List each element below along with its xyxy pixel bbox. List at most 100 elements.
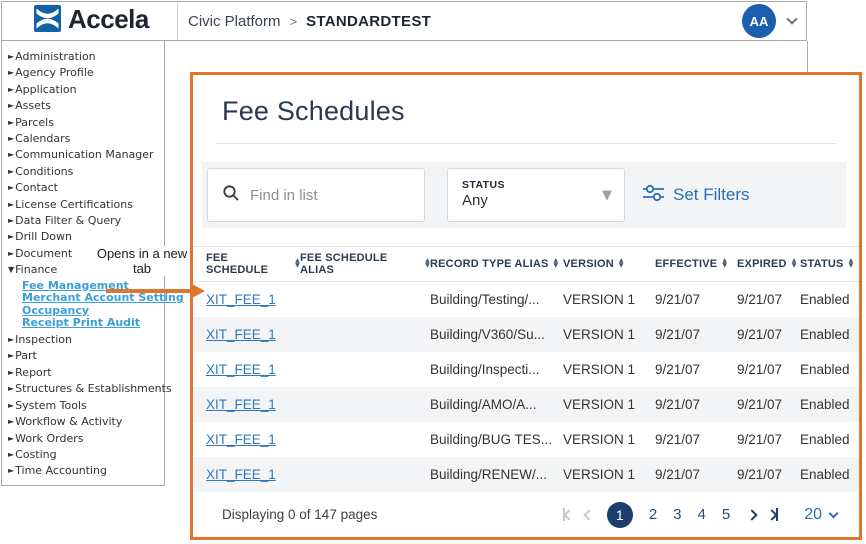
sidebar-item-conditions[interactable]: ►Conditions: [8, 164, 164, 180]
breadcrumb-root[interactable]: Civic Platform: [188, 13, 281, 30]
sidebar-item-work-orders[interactable]: ►Work Orders: [8, 431, 164, 447]
sidebar-link-receipt-print-audit[interactable]: Receipt Print Audit: [22, 317, 164, 330]
sidebar-item-contact[interactable]: ►Contact: [8, 180, 164, 196]
last-page-button[interactable]: [768, 508, 778, 521]
column-header-record-type-alias[interactable]: RECORD TYPE ALIAS▲▼: [430, 258, 563, 270]
sidebar-item-system-tools[interactable]: ►System Tools: [8, 398, 164, 414]
page-button[interactable]: 5: [722, 506, 730, 523]
chevron-collapsed-icon[interactable]: ►: [8, 134, 14, 143]
table-row: XIT_FEE_1Building/BUG TES...VERSION 19/2…: [193, 422, 859, 457]
column-header-effective[interactable]: EFFECTIVE▲▼: [655, 258, 737, 270]
user-menu[interactable]: AA: [742, 4, 806, 38]
page-size-dropdown[interactable]: 20: [804, 506, 837, 524]
sort-icon[interactable]: ▲▼: [554, 259, 559, 268]
chevron-collapsed-icon[interactable]: ►: [8, 183, 14, 192]
chevron-collapsed-icon[interactable]: ►: [8, 68, 14, 77]
sidebar-item-label: System Tools: [15, 399, 87, 412]
sidebar-item-workflow-activity[interactable]: ►Workflow & Activity: [8, 414, 164, 430]
fee-schedule-link[interactable]: XIT_FEE_1: [206, 467, 276, 482]
sidebar-item-label: Parcels: [15, 116, 54, 129]
status-filter-dropdown[interactable]: STATUS Any ▼: [447, 168, 625, 222]
search-icon: [222, 184, 240, 207]
avatar[interactable]: AA: [742, 4, 776, 38]
column-header-version[interactable]: VERSION▲▼: [563, 258, 655, 270]
chevron-collapsed-icon[interactable]: ►: [8, 401, 14, 410]
chevron-collapsed-icon[interactable]: ►: [8, 368, 14, 377]
cell-expired: 9/21/07: [737, 327, 800, 342]
cell-version: VERSION 1: [563, 432, 655, 447]
sidebar-item-communication-manager[interactable]: ►Communication Manager: [8, 147, 164, 163]
cell-status: Enabled: [800, 432, 859, 447]
sidebar-item-time-accounting[interactable]: ►Time Accounting: [8, 463, 164, 479]
chevron-collapsed-icon[interactable]: ►: [8, 417, 14, 426]
sidebar-item-assets[interactable]: ►Assets: [8, 98, 164, 114]
chevron-collapsed-icon[interactable]: ►: [8, 335, 14, 344]
chevron-collapsed-icon[interactable]: ►: [8, 249, 14, 258]
page-button[interactable]: 2: [649, 506, 657, 523]
chevron-collapsed-icon[interactable]: ►: [8, 200, 14, 209]
column-header-fee-schedule[interactable]: FEE SCHEDULE▲▼: [206, 252, 300, 276]
sort-icon[interactable]: ▲▼: [619, 259, 624, 268]
sidebar-item-parcels[interactable]: ►Parcels: [8, 115, 164, 131]
annotation-opens-in-new-tab: Opens in a new tab: [96, 246, 188, 276]
column-header-fee-schedule-alias[interactable]: FEE SCHEDULE ALIAS▲▼: [300, 252, 430, 276]
fee-schedule-link[interactable]: XIT_FEE_1: [206, 327, 276, 342]
sidebar-item-calendars[interactable]: ►Calendars: [8, 131, 164, 147]
chevron-expanded-icon[interactable]: ▼: [8, 265, 14, 274]
chevron-left-icon: [563, 509, 574, 520]
prev-page-button[interactable]: [585, 511, 593, 519]
cell-record-type-alias: Building/AMO/A...: [430, 397, 563, 412]
sidebar-item-label: Inspection: [15, 333, 72, 346]
chevron-collapsed-icon[interactable]: ►: [8, 384, 14, 393]
chevron-collapsed-icon[interactable]: ►: [8, 167, 14, 176]
sort-icon[interactable]: ▲▼: [722, 259, 727, 268]
sidebar-item-administration[interactable]: ►Administration: [8, 49, 164, 65]
sort-icon[interactable]: ▲▼: [792, 259, 797, 268]
page-button[interactable]: 3: [673, 506, 681, 523]
set-filters-button[interactable]: Set Filters: [642, 171, 750, 219]
page-title: Fee Schedules: [222, 96, 405, 127]
sidebar-item-label: Administration: [15, 50, 96, 63]
sidebar-item-inspection[interactable]: ►Inspection: [8, 332, 164, 348]
sidebar-item-data-filter-query[interactable]: ►Data Filter & Query: [8, 213, 164, 229]
sidebar-item-application[interactable]: ►Application: [8, 82, 164, 98]
sidebar-item-structures-establishments[interactable]: ►Structures & Establishments: [8, 381, 164, 397]
next-page-button[interactable]: [748, 511, 756, 519]
chevron-collapsed-icon[interactable]: ►: [8, 101, 14, 110]
sidebar-item-label: Finance: [15, 263, 57, 276]
chevron-collapsed-icon[interactable]: ►: [8, 434, 14, 443]
sidebar-item-label: Part: [15, 349, 37, 362]
fee-schedule-link[interactable]: XIT_FEE_1: [206, 432, 276, 447]
chevron-collapsed-icon[interactable]: ►: [8, 466, 14, 475]
cell-version: VERSION 1: [563, 327, 655, 342]
chevron-collapsed-icon[interactable]: ►: [8, 450, 14, 459]
chevron-collapsed-icon[interactable]: ►: [8, 232, 14, 241]
chevron-collapsed-icon[interactable]: ►: [8, 118, 14, 127]
sidebar-item-costing[interactable]: ►Costing: [8, 447, 164, 463]
sidebar-item-drill-down[interactable]: ►Drill Down: [8, 229, 164, 245]
chevron-down-icon[interactable]: [786, 13, 797, 24]
search-box[interactable]: [207, 168, 425, 222]
column-header-status[interactable]: STATUS▲▼: [800, 258, 859, 270]
chevron-collapsed-icon[interactable]: ►: [8, 85, 14, 94]
sidebar-link-merchant-account-setting[interactable]: Merchant Account Setting: [22, 292, 164, 305]
chevron-collapsed-icon[interactable]: ►: [8, 351, 14, 360]
sort-icon[interactable]: ▲▼: [849, 259, 854, 268]
sidebar-item-license-certifications[interactable]: ►License Certifications: [8, 197, 164, 213]
page-numbers: 12345: [593, 502, 730, 528]
first-page-button[interactable]: [563, 508, 573, 521]
fee-schedule-link[interactable]: XIT_FEE_1: [206, 397, 276, 412]
cell-expired: 9/21/07: [737, 292, 800, 307]
search-input[interactable]: [250, 187, 410, 204]
page-button[interactable]: 4: [698, 506, 706, 523]
fee-schedule-link[interactable]: XIT_FEE_1: [206, 362, 276, 377]
chevron-collapsed-icon[interactable]: ►: [8, 216, 14, 225]
chevron-collapsed-icon[interactable]: ►: [8, 52, 14, 61]
column-header-expired[interactable]: EXPIRED▲▼: [737, 258, 800, 270]
fee-schedule-link[interactable]: XIT_FEE_1: [206, 292, 276, 307]
page-button-current[interactable]: 1: [607, 502, 633, 528]
sidebar-item-report[interactable]: ►Report: [8, 365, 164, 381]
sidebar-item-agency-profile[interactable]: ►Agency Profile: [8, 65, 164, 81]
sidebar-item-part[interactable]: ►Part: [8, 348, 164, 364]
chevron-collapsed-icon[interactable]: ►: [8, 150, 14, 159]
